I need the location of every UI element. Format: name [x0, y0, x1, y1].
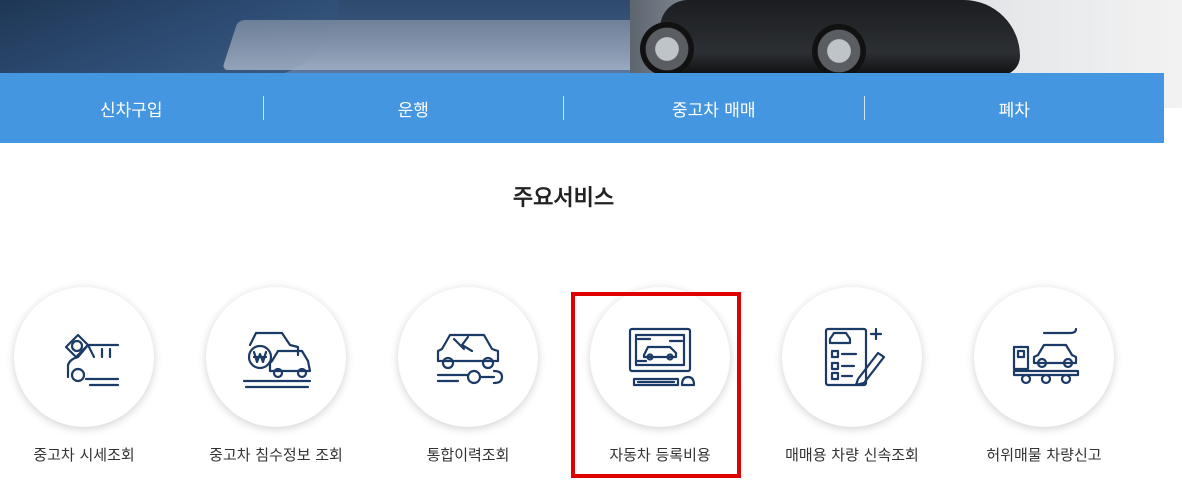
nav-item-used-car-trade[interactable]: 중고차 매매 — [564, 73, 863, 143]
nav-item-new-car[interactable]: 신차구입 — [0, 73, 263, 143]
nav-item-scrap[interactable]: 폐차 — [865, 73, 1164, 143]
nav-item-label: 운행 — [397, 100, 429, 121]
service-used-car-price[interactable]: 중고차 시세조회 — [0, 287, 174, 465]
service-label: 중고차 시세조회 — [33, 446, 135, 464]
hero-tablet-image — [221, 20, 659, 70]
checklist-car-icon — [824, 327, 886, 387]
service-flood-info[interactable]: 중고차 침수정보 조회 — [186, 287, 366, 465]
nav-item-label: 폐차 — [998, 100, 1030, 121]
category-nav: 신차구입 운행 중고차 매매 폐차 — [0, 73, 1164, 143]
service-circle[interactable] — [206, 287, 346, 427]
service-label: 중고차 침수정보 조회 — [209, 446, 343, 464]
nav-item-label: 중고차 매매 — [671, 100, 756, 121]
tow-truck-report-icon — [1012, 327, 1080, 385]
service-circle[interactable] — [398, 287, 538, 427]
car-repair-history-icon — [436, 333, 504, 385]
service-label: 허위매물 차량신고 — [986, 446, 1102, 464]
nav-item-label: 신차구입 — [99, 100, 163, 121]
hero-car-wheel-rear — [812, 24, 866, 78]
nav-item-driving[interactable]: 운행 — [264, 73, 563, 143]
selection-highlight-box — [571, 292, 741, 478]
hero-car-wheel-front — [640, 22, 694, 76]
service-circle[interactable] — [974, 287, 1114, 427]
service-history[interactable]: 통합이력조회 — [378, 287, 558, 465]
car-price-tag-icon — [64, 333, 120, 387]
service-label: 매매용 차량 신속조회 — [785, 446, 919, 464]
service-quick-lookup[interactable]: 매매용 차량 신속조회 — [762, 287, 942, 465]
service-label: 통합이력조회 — [426, 446, 510, 464]
service-circle[interactable] — [782, 287, 922, 427]
service-circle[interactable] — [14, 287, 154, 427]
flooded-car-won-icon — [242, 331, 312, 389]
section-title: 주요서비스 — [512, 186, 615, 211]
service-false-listing-report[interactable]: 허위매물 차량신고 — [954, 287, 1134, 465]
